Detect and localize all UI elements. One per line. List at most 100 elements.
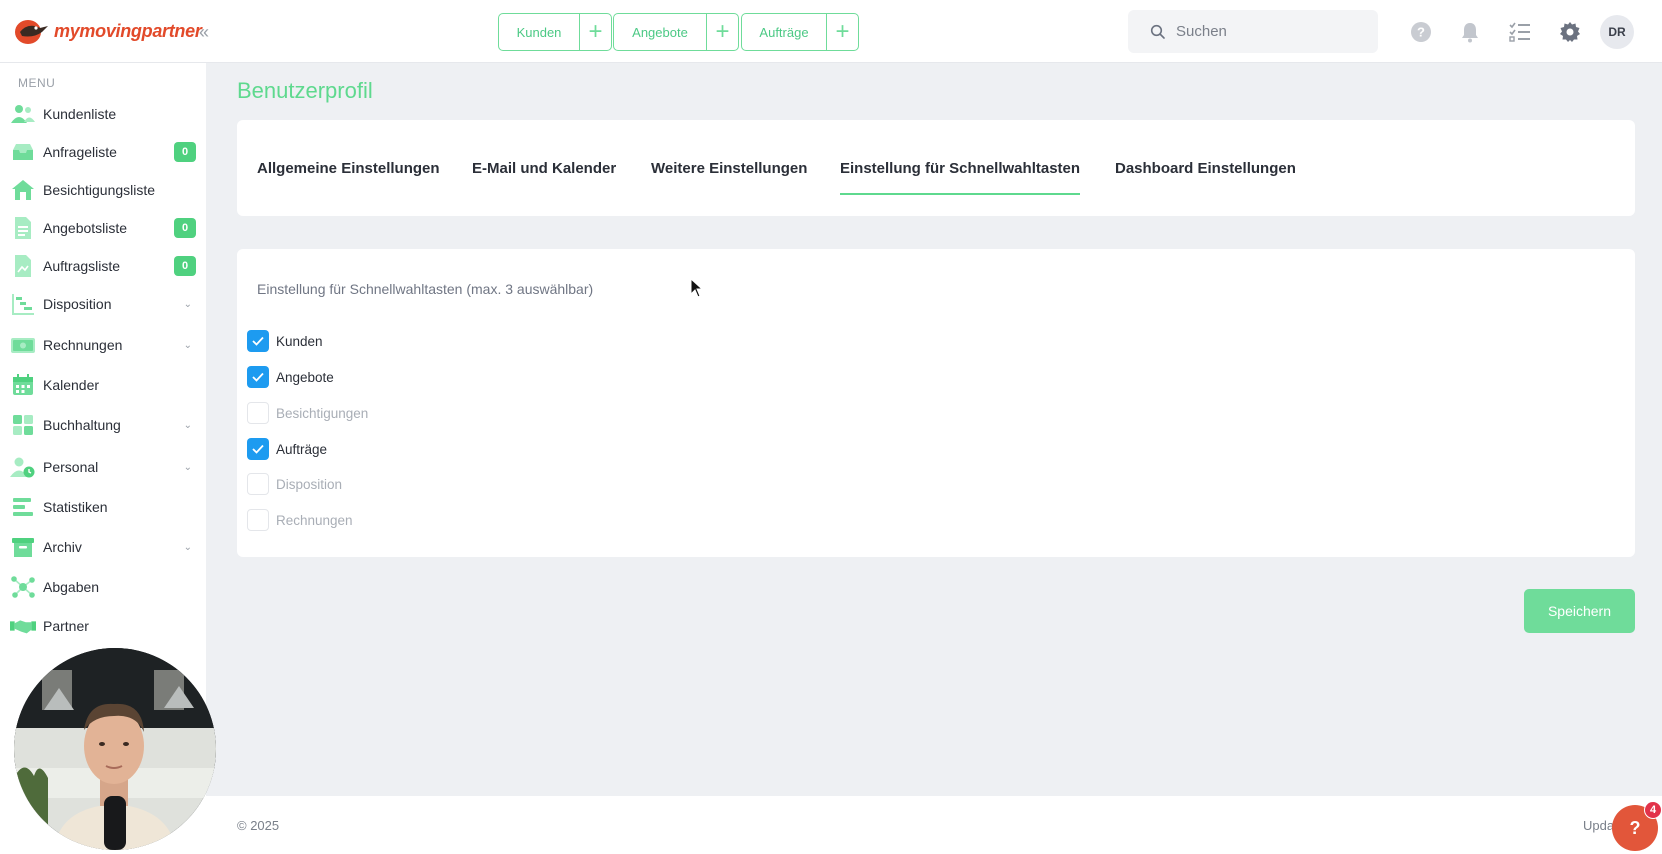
option-kunden[interactable]: Kunden <box>247 329 323 353</box>
checkbox-checked[interactable] <box>247 330 269 352</box>
sidebar-item-auftragsliste[interactable]: Auftragsliste 0 <box>10 250 196 282</box>
sidebar-item-label: Personal <box>43 459 99 475</box>
count-badge: 0 <box>174 256 196 276</box>
sidebar-item-besichtigungsliste[interactable]: Besichtigungsliste <box>10 174 196 206</box>
sidebar-item-label: Disposition <box>43 296 112 312</box>
sidebar-item-label: Besichtigungsliste <box>43 182 156 198</box>
bell-icon[interactable] <box>1458 20 1482 44</box>
house-icon <box>10 177 36 203</box>
chevron-down-icon[interactable]: ⌄ <box>184 542 192 553</box>
menu-label: MENU <box>18 76 56 90</box>
tab-dashboard-einstellungen[interactable]: Dashboard Einstellungen <box>1115 160 1296 193</box>
file-icon <box>10 253 36 279</box>
quick-button-auftraege[interactable]: Aufträge + <box>741 13 859 51</box>
sidebar-item-abgaben[interactable]: Abgaben <box>10 571 196 603</box>
quick-button-angebote[interactable]: Angebote + <box>613 13 739 51</box>
checklist-icon[interactable] <box>1508 20 1532 44</box>
inbox-icon <box>10 139 36 165</box>
chart-steps-icon <box>10 291 36 317</box>
sidebar-item-label: Partner <box>43 618 89 634</box>
count-badge: 0 <box>174 142 196 162</box>
sidebar-item-disposition[interactable]: Disposition ⌄ <box>10 288 196 320</box>
checkbox-unchecked[interactable] <box>247 509 269 531</box>
option-rechnungen[interactable]: Rechnungen <box>247 508 353 532</box>
check-icon <box>252 372 264 382</box>
sidebar-item-label: Kalender <box>43 377 100 393</box>
check-icon <box>252 444 264 454</box>
quick-button-label[interactable]: Aufträge <box>742 14 826 50</box>
option-label: Rechnungen <box>276 512 353 528</box>
sidebar-item-kundenliste[interactable]: Kundenliste <box>10 98 196 130</box>
tab-weitere-einstellungen[interactable]: Weitere Einstellungen <box>651 160 807 193</box>
calendar-icon <box>10 372 36 398</box>
option-label: Besichtigungen <box>276 405 369 421</box>
brand-logo[interactable]: mymovingpartner <box>14 14 202 48</box>
sidebar-item-buchhaltung[interactable]: Buchhaltung ⌄ <box>10 409 196 441</box>
mouse-cursor-icon <box>690 278 704 298</box>
chevron-down-icon[interactable]: ⌄ <box>184 340 192 351</box>
presenter-image <box>14 648 216 850</box>
archive-icon <box>10 534 36 560</box>
sidebar-item-label: Abgaben <box>43 579 100 595</box>
help-circle-icon[interactable]: ? <box>1409 20 1433 44</box>
option-label: Angebote <box>276 369 334 385</box>
chevron-down-icon[interactable]: ⌄ <box>184 420 192 431</box>
checkbox-checked[interactable] <box>247 438 269 460</box>
avatar[interactable]: DR <box>1600 15 1634 49</box>
quick-buttons-settings-card: Einstellung für Schnellwahltasten (max. … <box>237 249 1635 557</box>
gear-icon[interactable] <box>1558 20 1582 44</box>
collapse-sidebar-icon[interactable]: « <box>190 18 218 46</box>
tab-email-und-kalender[interactable]: E-Mail und Kalender <box>472 160 616 193</box>
option-label: Aufträge <box>276 441 328 457</box>
sidebar-item-label: Angebotsliste <box>43 220 128 236</box>
logo-mark-icon <box>15 20 48 44</box>
option-disposition[interactable]: Disposition <box>247 472 342 496</box>
tab-schnellwahltasten[interactable]: Einstellung für Schnellwahltasten <box>840 160 1081 195</box>
option-label: Disposition <box>276 476 343 492</box>
presenter-video <box>14 648 216 850</box>
sidebar-item-archiv[interactable]: Archiv ⌄ <box>10 531 196 563</box>
sidebar-item-partner[interactable]: Partner <box>10 610 196 642</box>
sidebar-item-rechnungen[interactable]: Rechnungen ⌄ <box>10 329 196 361</box>
brand-name: mymovingpartner <box>54 20 202 41</box>
grid-icon <box>10 412 36 438</box>
money-icon <box>10 332 36 358</box>
sidebar-item-statistiken[interactable]: Statistiken <box>10 491 196 523</box>
save-button[interactable]: Speichern <box>1524 589 1635 633</box>
search-input[interactable] <box>1176 23 1356 40</box>
bars-icon <box>10 494 36 520</box>
notification-badge: 4 <box>1644 801 1662 819</box>
checkbox-unchecked[interactable] <box>247 402 269 424</box>
sidebar-item-kalender[interactable]: Kalender <box>10 369 196 401</box>
sidebar-item-label: Rechnungen <box>43 337 123 353</box>
sidebar-item-label: Anfrageliste <box>43 144 117 160</box>
quick-button-kunden[interactable]: Kunden + <box>498 13 612 51</box>
document-icon <box>10 215 36 241</box>
option-angebote[interactable]: Angebote <box>247 365 334 389</box>
top-bar: mymovingpartner « Kunden + Angebote + Au… <box>0 0 1662 63</box>
checkbox-unchecked[interactable] <box>247 473 269 495</box>
plus-icon[interactable]: + <box>826 14 858 50</box>
update-text: Upda <box>1583 818 1615 833</box>
sidebar-item-personal[interactable]: Personal ⌄ <box>10 451 196 483</box>
sidebar-item-angebotsliste[interactable]: Angebotsliste 0 <box>10 212 196 244</box>
quick-button-label[interactable]: Kunden <box>499 14 579 50</box>
chevron-down-icon[interactable]: ⌄ <box>184 462 192 473</box>
search-icon <box>1150 24 1165 39</box>
sidebar-item-label: Statistiken <box>43 499 108 515</box>
quick-button-label[interactable]: Angebote <box>614 14 706 50</box>
check-icon <box>252 336 264 346</box>
option-besichtigungen[interactable]: Besichtigungen <box>247 401 368 425</box>
footer: © 2025 Upda <box>206 796 1662 854</box>
handshake-icon <box>10 613 36 639</box>
sidebar-item-anfrageliste[interactable]: Anfrageliste 0 <box>10 136 196 168</box>
search-box[interactable] <box>1128 10 1378 53</box>
checkbox-checked[interactable] <box>247 366 269 388</box>
person-clock-icon <box>10 454 36 480</box>
chevron-down-icon[interactable]: ⌄ <box>184 299 192 310</box>
option-auftraege[interactable]: Aufträge <box>247 437 327 461</box>
tab-allgemeine-einstellungen[interactable]: Allgemeine Einstellungen <box>257 160 440 193</box>
tabs-card: Allgemeine Einstellungen E-Mail und Kale… <box>237 120 1635 216</box>
plus-icon[interactable]: + <box>706 14 738 50</box>
plus-icon[interactable]: + <box>579 14 611 50</box>
